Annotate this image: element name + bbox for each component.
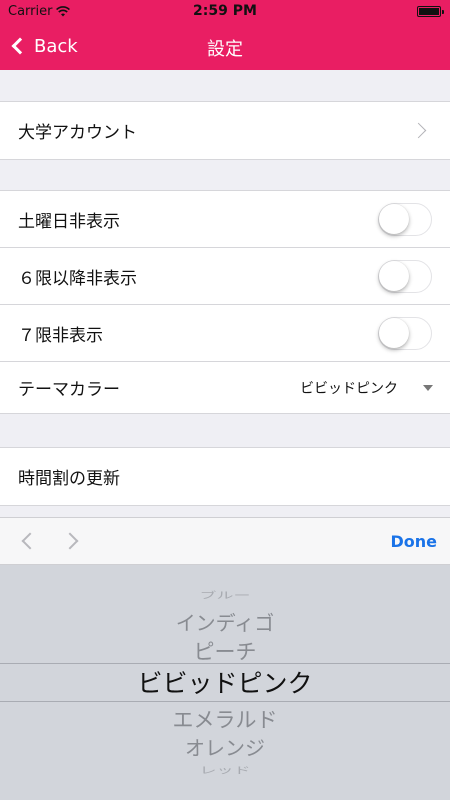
period6-hide-toggle[interactable]: [378, 260, 432, 293]
picker-item[interactable]: インディゴ: [0, 607, 450, 636]
account-section: 大学アカウント: [0, 101, 450, 160]
theme-color-row[interactable]: テーマカラー ビビッドピンク: [0, 362, 450, 413]
keyboard-toolbar: Done: [0, 517, 450, 565]
picker-selection-bottom-line: [0, 701, 450, 702]
picker-item-selected[interactable]: ビビッドピンク: [0, 664, 450, 700]
nav-bar: Carrier 2:59 PM Back 設定: [0, 0, 450, 70]
picker-item[interactable]: エメラルド: [0, 704, 450, 734]
picker-item[interactable]: ピーチ: [0, 636, 450, 666]
timetable-update-label: 時間割の更新: [18, 469, 120, 489]
toggle-knob: [379, 318, 409, 348]
update-section: 時間割の更新: [0, 447, 450, 506]
page-title: 設定: [207, 39, 243, 60]
done-button[interactable]: Done: [390, 532, 437, 551]
dropdown-icon: [423, 385, 433, 391]
saturday-hide-toggle[interactable]: [378, 203, 432, 236]
timetable-update-row[interactable]: 時間割の更新: [0, 448, 450, 505]
battery-icon: [417, 6, 444, 17]
toggle-knob: [379, 204, 409, 234]
next-icon[interactable]: [61, 532, 79, 550]
toggle-knob: [379, 261, 409, 291]
status-time: 2:59 PM: [193, 3, 257, 19]
prev-icon[interactable]: [21, 532, 39, 550]
saturday-hide-row: 土曜日非表示: [0, 191, 450, 248]
university-account-row[interactable]: 大学アカウント: [0, 102, 450, 159]
picker-item[interactable]: オレンジ: [0, 732, 450, 761]
period7-hide-toggle[interactable]: [378, 317, 432, 350]
theme-color-picker[interactable]: ブルー インディゴ ピーチ ビビッドピンク エメラルド オレンジ レッド: [0, 565, 450, 800]
period7-hide-row: ７限非表示: [0, 305, 450, 362]
status-bar: Carrier 2:59 PM: [0, 0, 450, 22]
period6-hide-row: ６限以降非表示: [0, 248, 450, 305]
theme-color-select[interactable]: ビビッドピンク: [300, 378, 398, 398]
university-account-label: 大学アカウント: [18, 123, 137, 143]
picker-item[interactable]: ブルー: [0, 588, 450, 601]
display-section: 土曜日非表示 ６限以降非表示 ７限非表示 テーマカラー ビビッドピンク: [0, 190, 450, 414]
picker-item[interactable]: レッド: [0, 763, 450, 776]
